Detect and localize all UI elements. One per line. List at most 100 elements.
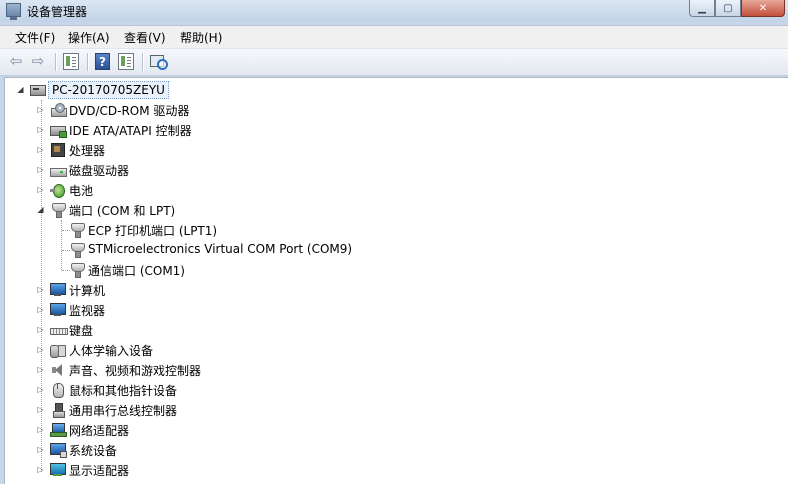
ide-controller-icon [50,123,67,138]
menu-view[interactable]: 查看(V) [124,29,166,46]
collapse-icon[interactable]: ◢ [36,205,45,214]
expand-icon[interactable]: ▷ [36,345,45,354]
port-icon [69,223,85,238]
window-controls: ▁ ▢ ✕ [689,0,785,17]
tree-item-label: STMicroelectronics Virtual COM Port (COM… [88,242,353,256]
forward-button[interactable]: ⇨ [30,53,46,70]
minimize-icon: ▁ [698,2,706,14]
expand-icon[interactable]: ▷ [36,125,45,134]
minimize-button[interactable]: ▁ [689,0,715,17]
tree-item-label: 处理器 [69,144,106,158]
expand-icon[interactable]: ▷ [36,365,45,374]
expand-icon[interactable]: ▷ [36,325,45,334]
tree-item-label: 电池 [69,184,94,198]
expand-icon[interactable]: ▷ [36,405,45,414]
maximize-button[interactable]: ▢ [715,0,741,17]
battery-icon [50,183,66,198]
menu-file[interactable]: 文件(F) [15,29,55,46]
expand-icon[interactable]: ▷ [36,385,45,394]
tree-item-label: ECP 打印机端口 (LPT1) [88,224,218,238]
expand-icon[interactable]: ▷ [36,185,45,194]
tree-item-display[interactable]: ▷ 显示适配器 [5,460,785,480]
sound-icon [50,363,66,377]
expand-icon[interactable]: ▷ [36,105,45,114]
toolbar-separator [87,53,89,71]
network-adapter-icon [50,423,67,437]
expand-icon[interactable]: ▷ [36,465,45,474]
tree-item-label: 鼠标和其他指针设备 [69,384,178,398]
system-device-icon [50,443,67,458]
tree-item-system[interactable]: ▷ 系统设备 [5,440,785,460]
tree-item-ide[interactable]: ▷ IDE ATA/ATAPI 控制器 [5,120,785,140]
close-button[interactable]: ✕ [741,0,785,17]
tree-item-com1[interactable]: 通信端口 (COM1) [5,260,785,280]
tree-root[interactable]: ◢ PC-20170705ZEYU [5,80,785,100]
device-manager-icon [6,3,21,20]
disk-drive-icon [50,163,67,177]
tree-item-mouse[interactable]: ▷ 鼠标和其他指针设备 [5,380,785,400]
tree-item-label: 通信端口 (COM1) [88,264,185,278]
tree-item-ports[interactable]: ◢ 端口 (COM 和 LPT) [5,200,785,220]
tree-item-hid[interactable]: ▷ 人体学输入设备 [5,340,785,360]
tree-item-label: 网络适配器 [69,424,130,438]
expand-icon[interactable]: ▷ [36,285,45,294]
properties-button[interactable] [118,53,134,70]
window-title: 设备管理器 [27,5,88,19]
device-tree[interactable]: ◢ PC-20170705ZEYU ▷ DVD/CD-ROM 驱动器 ▷ IDE… [4,77,788,484]
tree-item-label: 端口 (COM 和 LPT) [69,204,176,218]
back-button[interactable]: ⇦ [8,53,24,70]
tree-item-usb[interactable]: ▷ 通用串行总线控制器 [5,400,785,420]
collapse-icon[interactable]: ◢ [16,85,25,94]
menu-action[interactable]: 操作(A) [68,29,110,46]
tree-item-monitor[interactable]: ▷ 监视器 [5,300,785,320]
tree-item-label: 人体学输入设备 [69,344,154,358]
maximize-icon: ▢ [723,2,733,14]
tree-item-computer[interactable]: ▷ 计算机 [5,280,785,300]
tree-item-disk[interactable]: ▷ 磁盘驱动器 [5,160,785,180]
help-button[interactable]: ? [95,53,110,70]
menu-help[interactable]: 帮助(H) [180,29,222,46]
display-adapter-icon [50,463,66,477]
tree-item-battery[interactable]: ▷ 电池 [5,180,785,200]
tree-item-label: 磁盘驱动器 [69,164,130,178]
usb-icon [50,403,66,418]
show-hide-console-tree-button[interactable] [63,53,79,70]
port-icon [69,243,85,258]
close-icon: ✕ [758,2,768,14]
monitor-icon [50,303,66,317]
processor-icon [50,143,66,157]
hid-icon [50,343,66,358]
forward-arrow-icon: ⇨ [31,52,45,70]
keyboard-icon [50,323,68,337]
expand-icon[interactable]: ▷ [36,165,45,174]
expand-icon[interactable]: ▷ [36,445,45,454]
tree-item-lpt1[interactable]: ECP 打印机端口 (LPT1) [5,220,785,240]
tree-item-label: 监视器 [69,304,106,318]
tree-item-sound[interactable]: ▷ 声音、视频和游戏控制器 [5,360,785,380]
tree-item-network[interactable]: ▷ 网络适配器 [5,420,785,440]
port-icon [69,263,85,278]
computer-icon [50,283,66,297]
port-icon [50,203,66,218]
expand-icon[interactable]: ▷ [36,425,45,434]
expand-icon[interactable]: ▷ [36,305,45,314]
expand-icon[interactable]: ▷ [36,145,45,154]
back-arrow-icon: ⇦ [9,52,23,70]
tree-item-dvd[interactable]: ▷ DVD/CD-ROM 驱动器 [5,100,785,120]
tree-item-label: IDE ATA/ATAPI 控制器 [69,124,192,138]
toolbar-separator [55,53,57,71]
tree-item-label: 计算机 [69,284,106,298]
tree-item-processor[interactable]: ▷ 处理器 [5,140,785,160]
tree-item-label: 显示适配器 [69,464,130,478]
help-icon: ? [99,55,106,69]
scan-hardware-changes-button[interactable] [149,53,168,70]
menu-bar: 文件(F) 操作(A) 查看(V) 帮助(H) [0,25,788,48]
dvd-drive-icon [50,103,67,117]
tree-item-label: 系统设备 [69,444,118,458]
tree-item-com9[interactable]: STMicroelectronics Virtual COM Port (COM… [5,240,785,260]
tree-item-keyboard[interactable]: ▷ 键盘 [5,320,785,340]
computer-icon [30,83,46,97]
toolbar: ⇦ ⇨ ? [0,48,788,76]
tree-item-label: 声音、视频和游戏控制器 [69,364,202,378]
tree-item-label: 通用串行总线控制器 [69,404,178,418]
